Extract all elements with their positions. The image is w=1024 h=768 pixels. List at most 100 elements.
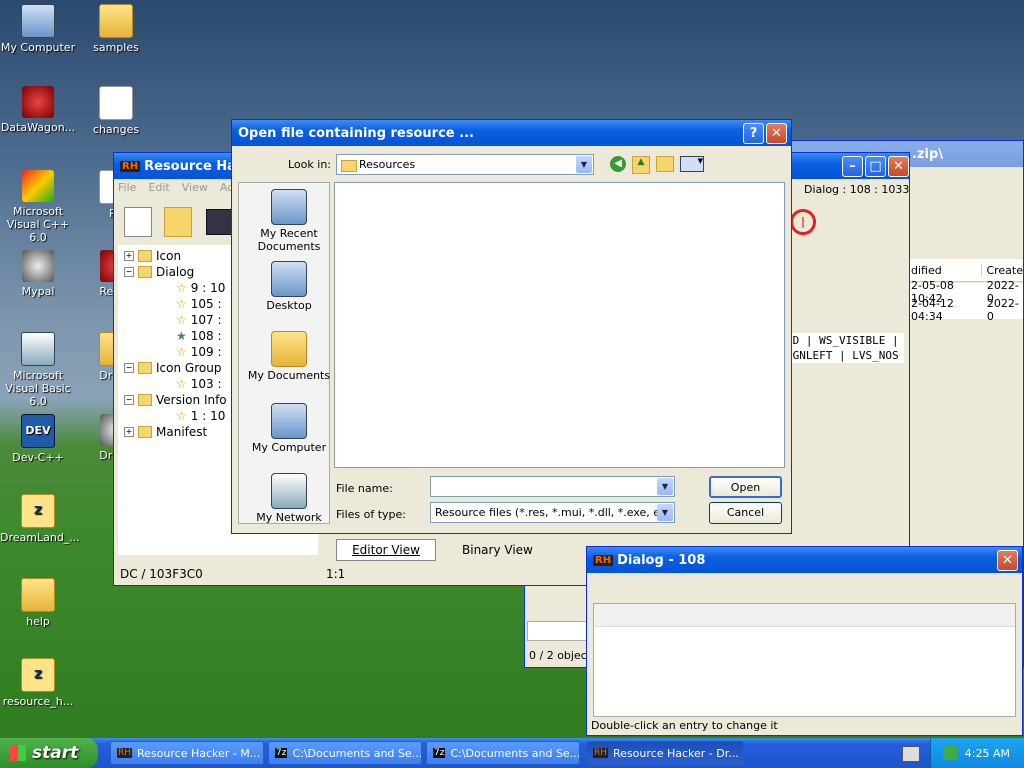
maximize-button[interactable]: □ <box>865 155 886 177</box>
places-bar: My Recent Documents Desktop My Documents… <box>238 182 330 524</box>
desktop-icon-resource-h[interactable]: Z resource_h... <box>0 658 76 708</box>
network-icon <box>271 473 307 509</box>
desktop-icon-label: Mypal <box>21 285 55 298</box>
desktop-icon-dev-cpp[interactable]: DEV Dev-C++ <box>0 414 76 464</box>
desktop-icon-dreamland[interactable]: Z DreamLand_... <box>0 494 80 544</box>
chevron-down-icon[interactable]: ▼ <box>657 478 673 495</box>
tree-node-manifest[interactable]: + Manifest <box>124 425 207 439</box>
desktop-icon-samples[interactable]: samples <box>78 4 154 54</box>
7zip-icon: 7z <box>275 748 288 758</box>
rh-resource-info: Dialog : 108 : 1033 <box>804 183 910 196</box>
dialog-108-window: RH Dialog - 108 ✕ Double-click an entry … <box>586 546 1023 736</box>
tree-leaf[interactable]: ☆ 9 : 10 <box>176 281 225 295</box>
desktop-icon-datawagon[interactable]: DataWagon... <box>0 86 76 134</box>
tree-leaf[interactable]: ☆ 103 : <box>176 377 222 391</box>
minimize-button[interactable]: – <box>842 155 863 177</box>
power-icon[interactable]: | <box>790 209 816 235</box>
keyboard-icon[interactable] <box>902 746 920 762</box>
start-button[interactable]: start <box>0 738 98 768</box>
tree-leaf[interactable]: ☆ 107 : <box>176 313 222 327</box>
text-document-icon <box>99 86 133 120</box>
table-row[interactable]: 2-04-12 04:34 2022-0 <box>909 297 1023 323</box>
clock: 4:25 AM <box>964 746 1010 760</box>
7zip-icon: 7z <box>433 748 446 758</box>
folder-icon <box>341 160 357 172</box>
tree-leaf[interactable]: ☆ 105 : <box>176 297 222 311</box>
new-file-icon[interactable] <box>124 207 152 237</box>
place-my-network[interactable]: My Network <box>243 473 335 524</box>
taskbar-button-rh-dialog[interactable]: RH Resource Hacker - Dr... <box>586 741 744 765</box>
zip-file-list: 2-05-08 10:42 2022-0 2-04-12 04:34 2022-… <box>909 279 1023 323</box>
place-my-documents[interactable]: My Documents <box>243 331 335 382</box>
my-computer-icon <box>21 4 55 38</box>
zip-folder-icon: Z <box>21 658 55 692</box>
help-button[interactable]: ? <box>743 122 764 144</box>
network-tray-icon[interactable] <box>942 746 957 760</box>
file-name-label: File name: <box>336 482 393 495</box>
listview-header <box>594 604 1015 627</box>
new-folder-icon[interactable] <box>656 156 674 172</box>
desktop-icon-my-computer[interactable]: My Computer <box>0 4 76 54</box>
tab-editor-view[interactable]: Editor View <box>336 539 436 561</box>
desktop-icon-changes[interactable]: changes <box>78 86 154 136</box>
desktop-icon-visual-cpp[interactable]: Microsoft Visual C++ 6.0 <box>0 170 76 244</box>
tree-leaf[interactable]: ☆ 109 : <box>176 345 222 359</box>
code-editor[interactable]: LD | WS_VISIBLE | IGNLEFT | LVS_NOS <box>786 333 904 363</box>
desktop-icon-label: My Computer <box>0 41 76 54</box>
taskbar: start RH Resource Hacker - M... 7z C:\Docu… <box>0 738 1024 768</box>
dialog-108-titlebar: RH Dialog - 108 ✕ <box>587 547 1022 573</box>
tree-node-version-info[interactable]: − Version Info <box>124 393 227 407</box>
zip-scrollbar[interactable] <box>527 621 589 641</box>
desktop-icon-mypal[interactable]: Mypal <box>0 250 76 298</box>
back-icon[interactable]: ◀ <box>610 156 626 172</box>
look-in-dropdown[interactable]: Resources ▼ <box>336 154 594 175</box>
tree-node-icon[interactable]: + Icon <box>124 249 181 263</box>
open-dialog-titlebar: Open file containing resource ... ? ✕ <box>232 120 791 146</box>
tab-binary-view[interactable]: Binary View <box>462 543 533 557</box>
close-button[interactable]: ✕ <box>766 122 787 144</box>
desktop-icon-visual-basic[interactable]: Microsoft Visual Basic 6.0 <box>0 332 76 408</box>
code-line: LD | WS_VISIBLE | <box>786 334 899 347</box>
open-file-dialog: Open file containing resource ... ? ✕ Lo… <box>231 119 792 534</box>
taskbar-button-7zip-2[interactable]: 7z C:\Documents and Se... <box>426 741 580 765</box>
files-of-type-dropdown[interactable]: Resource files (*.res, *.mui, *.dll, *.e… <box>430 502 675 523</box>
tree-node-icon-group[interactable]: − Icon Group <box>124 361 221 375</box>
column-modified[interactable]: dified <box>909 263 983 277</box>
desktop-icon-label: Dev-C++ <box>12 451 64 464</box>
menu-file[interactable]: File <box>118 181 136 194</box>
mypal-icon <box>22 250 54 282</box>
look-in-value: Resources <box>359 158 416 171</box>
view-menu-icon[interactable]: ▼ <box>680 156 704 172</box>
menu-edit[interactable]: Edit <box>148 181 169 194</box>
cell-modified: 2-04-12 04:34 <box>911 297 954 323</box>
dialog-108-listview[interactable] <box>593 603 1016 717</box>
close-button[interactable]: ✕ <box>888 155 909 177</box>
menu-view[interactable]: View <box>182 181 208 194</box>
close-button[interactable]: ✕ <box>997 549 1018 571</box>
open-button[interactable]: Open <box>709 476 782 498</box>
look-in-label: Look in: <box>288 158 331 171</box>
file-name-input[interactable]: ▼ <box>430 476 675 497</box>
desktop-icon-label: Microsoft Visual C++ 6.0 <box>6 205 70 244</box>
start-label: start <box>32 743 79 763</box>
tree-leaf[interactable]: ☆ 1 : 10 <box>176 409 225 423</box>
tree-node-dialog[interactable]: − Dialog <box>124 265 194 279</box>
tree-leaf-selected[interactable]: ★ 108 : <box>176 329 222 343</box>
column-created[interactable]: Create <box>982 264 1023 277</box>
desktop-icon-label: DataWagon... <box>0 121 76 134</box>
place-my-computer[interactable]: My Computer <box>243 403 335 454</box>
open-folder-icon[interactable] <box>164 207 192 237</box>
dialog-108-title: Dialog - 108 <box>617 552 706 568</box>
save-icon[interactable] <box>206 209 232 235</box>
file-list[interactable] <box>334 182 785 468</box>
cancel-button[interactable]: Cancel <box>709 502 782 524</box>
up-folder-icon[interactable]: ▲ <box>632 156 650 174</box>
taskbar-button-7zip-1[interactable]: 7z C:\Documents and Se... <box>268 741 422 765</box>
place-desktop[interactable]: Desktop <box>243 261 335 312</box>
taskbar-button-rh-main[interactable]: RH Resource Hacker - M... <box>110 741 264 765</box>
desktop-icon-help[interactable]: help <box>0 578 76 628</box>
star-icon: ☆ <box>176 377 187 391</box>
rh-app-icon: RH <box>593 748 609 758</box>
dialog-108-hint: Double-click an entry to change it <box>591 719 778 732</box>
place-recent[interactable]: My Recent Documents <box>243 189 335 253</box>
